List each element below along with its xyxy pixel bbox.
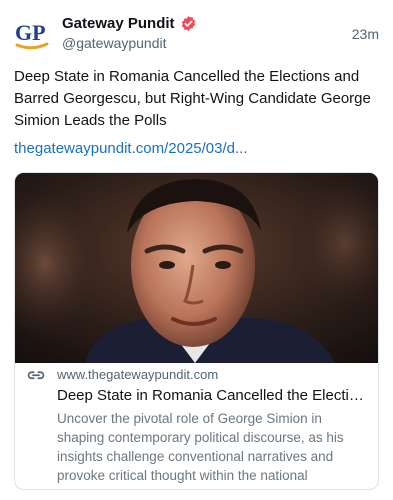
link-preview-title[interactable]: Deep State in Romania Cancelled the Elec… — [57, 386, 371, 406]
avatar-logo-text: GP — [15, 20, 46, 45]
author-name-row[interactable]: Gateway Pundit — [62, 14, 197, 33]
author-avatar[interactable]: GP — [14, 16, 50, 52]
link-preview-description: Uncover the pivotal role of George Simio… — [57, 411, 344, 489]
link-preview-image[interactable] — [15, 173, 378, 363]
gateway-pundit-logo: GP — [15, 20, 49, 50]
author-display-name[interactable]: Gateway Pundit — [62, 14, 175, 33]
link-preview-meta[interactable]: www.thegatewaypundit.com Deep State in R… — [15, 363, 378, 489]
link-preview-domain[interactable]: www.thegatewaypundit.com — [57, 366, 218, 383]
author-handle[interactable]: @gatewaypundit — [62, 34, 167, 52]
link-preview-card[interactable]: www.thegatewaypundit.com Deep State in R… — [14, 172, 379, 490]
post-text: Deep State in Romania Cancelled the Elec… — [14, 68, 371, 129]
post-card[interactable]: GP Gateway Pundit @gatewaypundit 23m Dee… — [0, 0, 393, 500]
portrait-photo — [15, 173, 378, 363]
post-timestamp[interactable]: 23m — [352, 25, 379, 43]
link-chain-icon — [27, 369, 45, 383]
verified-badge-icon — [180, 15, 197, 32]
post-link[interactable]: thegatewaypundit.com/2025/03/d... — [14, 138, 374, 160]
